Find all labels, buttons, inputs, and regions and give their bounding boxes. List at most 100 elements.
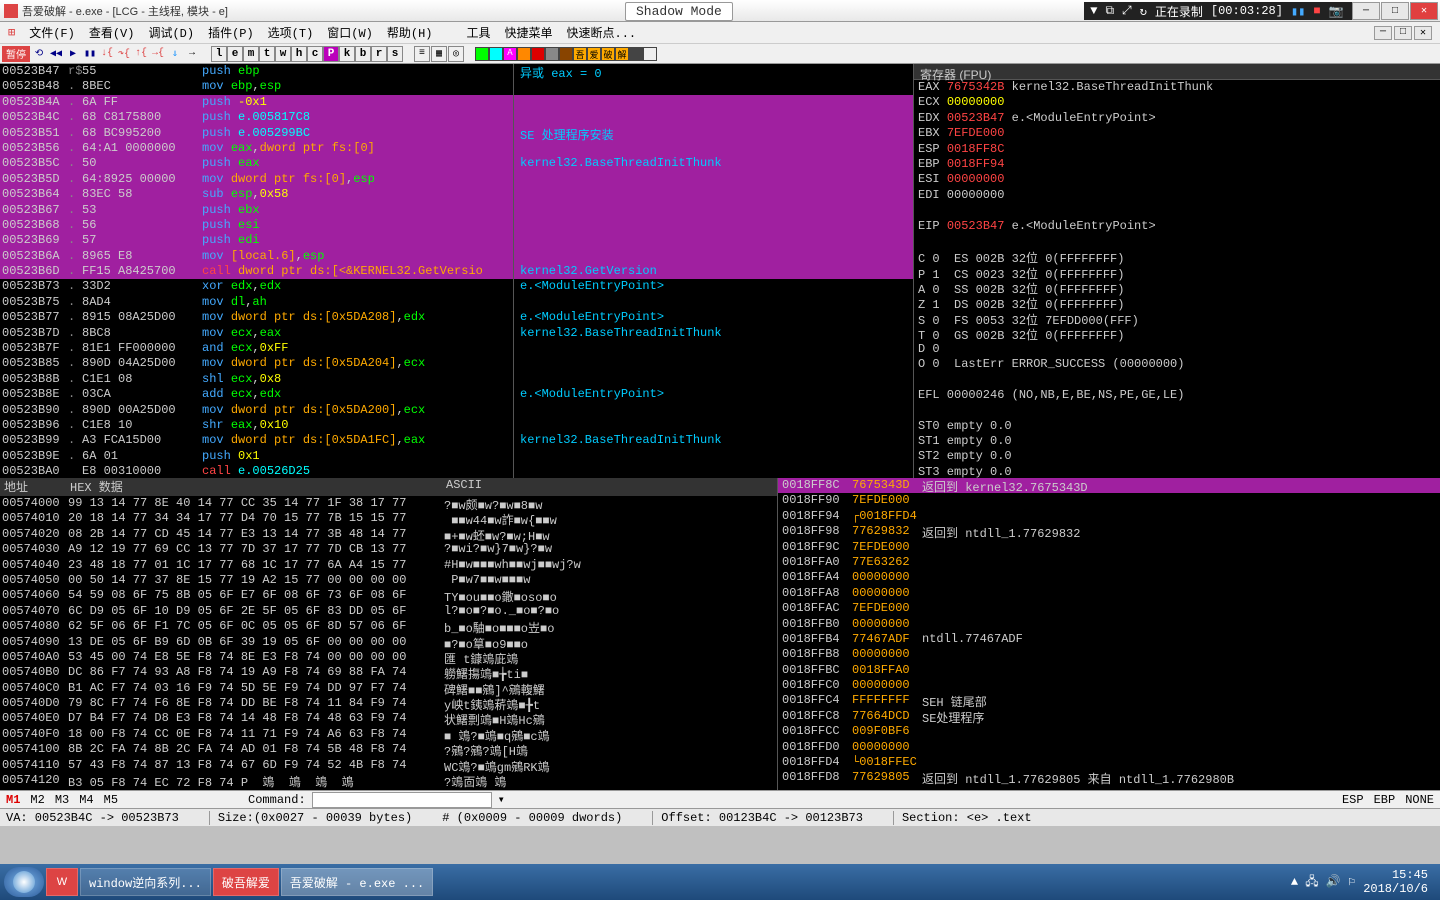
mdi-max-button[interactable]: □ xyxy=(1394,26,1412,40)
hex-row[interactable]: 005740A053 45 00 74 E8 5E F8 74 8E E3 F8… xyxy=(0,650,777,665)
play-icon[interactable]: ▶ xyxy=(65,46,81,62)
goto-icon[interactable]: → xyxy=(184,46,200,62)
lb-e[interactable]: e xyxy=(227,46,243,62)
stepover-icon[interactable]: ↷{ xyxy=(116,46,132,62)
stack-row[interactable]: 0018FF9877629832返回到 ntdll_1.77629832 xyxy=(778,524,1440,539)
register-row[interactable]: EDX 00523B47 e.<ModuleEntryPoint> xyxy=(914,111,1440,126)
cb-green[interactable] xyxy=(475,47,489,61)
menu-view[interactable]: 查看(V) xyxy=(89,24,135,41)
register-row[interactable] xyxy=(914,203,1440,218)
lb-m[interactable]: m xyxy=(243,46,259,62)
lb-t[interactable]: t xyxy=(259,46,275,62)
stack-row[interactable]: 0018FFC877664DCDSE处理程序 xyxy=(778,709,1440,724)
disasm-row[interactable]: 00523B5D.64:8925 00000mov dword ptr fs:[… xyxy=(0,172,513,187)
hex-row[interactable]: 0057405000 50 14 77 37 8E 15 77 19 A2 15… xyxy=(0,573,777,588)
menu-plugin[interactable]: 插件(P) xyxy=(208,24,254,41)
disasm-row[interactable]: 00523B56.64:A1 0000000mov eax,dword ptr … xyxy=(0,141,513,156)
hex-row[interactable]: 0057404023 48 18 77 01 1C 17 77 68 1C 17… xyxy=(0,558,777,573)
hex-row[interactable]: 005740F018 00 F8 74 CC 0E F8 74 11 71 F9… xyxy=(0,727,777,742)
stack-row[interactable]: 0018FF9C7EFDE000 xyxy=(778,540,1440,555)
disasm-row[interactable]: 00523B69.57push edi xyxy=(0,233,513,248)
register-row[interactable]: EAX 7675342B kernel32.BaseThreadInitThun… xyxy=(914,80,1440,95)
register-row[interactable] xyxy=(914,403,1440,418)
cb-w4[interactable]: 解 xyxy=(615,47,629,61)
register-row[interactable]: EBX 7EFDE000 xyxy=(914,126,1440,141)
stack-row[interactable]: 0018FFD000000000 xyxy=(778,740,1440,755)
disasm-row[interactable]: 00523B6D.FF15 A8425700call dword ptr ds:… xyxy=(0,264,513,279)
register-row[interactable]: ESI 00000000 xyxy=(914,172,1440,187)
menu-debug[interactable]: 调试(D) xyxy=(148,24,194,41)
register-row[interactable]: ESP 0018FF8C xyxy=(914,142,1440,157)
resize-icon[interactable]: ⤢ xyxy=(1122,4,1132,18)
lb-w[interactable]: w xyxy=(275,46,291,62)
lb-b[interactable]: b xyxy=(355,46,371,62)
window-icon[interactable]: ⧉ xyxy=(1105,4,1114,18)
cb-w1[interactable]: 吾 xyxy=(573,47,587,61)
hex-row[interactable]: 005741008B 2C FA 74 8B 2C FA 74 AD 01 F8… xyxy=(0,742,777,757)
marker-3[interactable]: M3 xyxy=(55,793,69,807)
target-icon[interactable]: ◎ xyxy=(448,46,464,62)
stack-row[interactable]: 0018FFB477467ADFntdll.77467ADF xyxy=(778,632,1440,647)
menu-tools[interactable]: 工具 xyxy=(467,24,491,41)
disasm-row[interactable]: 00523B90.890D 00A25D00mov dword ptr ds:[… xyxy=(0,403,513,418)
hex-row[interactable]: 00574120B3 05 F8 74 EC 72 F8 74 P 鴗 鴗 鴗 … xyxy=(0,773,777,788)
disasm-row[interactable]: 00523B68.56push esi xyxy=(0,218,513,233)
stop-icon[interactable]: ■ xyxy=(1313,4,1320,18)
cmd-dropdown-icon[interactable]: ▾ xyxy=(498,792,505,807)
stack-row[interactable]: 0018FFC000000000 xyxy=(778,678,1440,693)
disasm-row[interactable]: 00523B8B.C1E1 08shl ecx,0x8 xyxy=(0,372,513,387)
disasm-row[interactable]: 00523B9E.6A 01push 0x1 xyxy=(0,449,513,464)
register-row[interactable]: EFL 00000246 (NO,NB,E,BE,NS,PE,GE,LE) xyxy=(914,388,1440,403)
disasm-row[interactable]: 00523B7D.8BC8mov ecx,eax xyxy=(0,326,513,341)
hex-row[interactable]: 0057408062 5F 06 6F F1 7C 05 6F 0C 05 05… xyxy=(0,619,777,634)
disasm-row[interactable]: 00523B48.8BECmov ebp,esp xyxy=(0,79,513,94)
registers-panel[interactable]: 寄存器 (FPU) EAX 7675342B kernel32.BaseThre… xyxy=(914,64,1440,478)
register-row[interactable]: T 0 GS 002B 32位 0(FFFFFFFF) xyxy=(914,326,1440,341)
stack-row[interactable]: 0018FFCC009F0BF6 xyxy=(778,724,1440,739)
task-wuai[interactable]: 破吾解爱 xyxy=(213,868,279,896)
system-tray[interactable]: ▲ 🖧 🔊 ⚐ 15:452018/10/6 xyxy=(1291,868,1436,896)
grid-icon[interactable]: ▦ xyxy=(431,46,447,62)
task-debugger[interactable]: 吾爱破解 - e.exe ... xyxy=(281,868,433,896)
pause-icon[interactable]: ▮▮ xyxy=(1291,4,1305,19)
hex-row[interactable]: 0057402008 2B 14 77 CD 45 14 77 E3 13 14… xyxy=(0,527,777,542)
disasm-row[interactable]: 00523B8E.03CAadd ecx,edx xyxy=(0,387,513,402)
disasm-row[interactable]: 00523B85.890D 04A25D00mov dword ptr ds:[… xyxy=(0,356,513,371)
stack-row[interactable]: 0018FFD877629805返回到 ntdll_1.77629805 来自 … xyxy=(778,770,1440,785)
register-row[interactable]: ECX 00000000 xyxy=(914,95,1440,110)
stack-row[interactable]: 0018FFD4└0018FFEC xyxy=(778,755,1440,770)
register-row[interactable]: A 0 SS 002B 32位 0(FFFFFFFF) xyxy=(914,280,1440,295)
register-row[interactable]: ST2 empty 0.0 xyxy=(914,449,1440,464)
close-button[interactable]: ✕ xyxy=(1410,2,1438,20)
register-row[interactable]: C 0 ES 002B 32位 0(FFFFFFFF) xyxy=(914,249,1440,264)
stack-row[interactable]: 0018FFB000000000 xyxy=(778,617,1440,632)
stepout-icon[interactable]: ↑{ xyxy=(133,46,149,62)
stack-row[interactable]: 0018FFAC7EFDE000 xyxy=(778,601,1440,616)
hex-row[interactable]: 005740C0B1 AC F7 74 03 16 F9 74 5D 5E F9… xyxy=(0,681,777,696)
lb-p[interactable]: P xyxy=(323,46,339,62)
cb-orange[interactable] xyxy=(517,47,531,61)
disasm-row[interactable]: 00523BA0E8 00310000call e.00526D25 xyxy=(0,464,513,478)
stack-row[interactable]: 0018FFA400000000 xyxy=(778,570,1440,585)
hex-row[interactable]: 005740D079 8C F7 74 F6 8E F8 74 DD BE F8… xyxy=(0,696,777,711)
refresh-icon[interactable]: ↻ xyxy=(1140,4,1147,19)
register-row[interactable]: Z 1 DS 002B 32位 0(FFFFFFFF) xyxy=(914,295,1440,310)
register-row[interactable]: ST3 empty 0.0 xyxy=(914,465,1440,478)
lb-h[interactable]: h xyxy=(291,46,307,62)
disasm-row[interactable]: 00523B4A.6A FFpush -0x1 xyxy=(0,95,513,110)
trace-icon[interactable]: ⇓ xyxy=(167,46,183,62)
marker-2[interactable]: M2 xyxy=(30,793,44,807)
register-row[interactable] xyxy=(914,372,1440,387)
cb-w3[interactable]: 破 xyxy=(601,47,615,61)
stack-row[interactable]: 0018FF94┌0018FFD4 xyxy=(778,509,1440,524)
register-row[interactable]: ST0 empty 0.0 xyxy=(914,419,1440,434)
camera-icon[interactable]: 📷 xyxy=(1329,4,1344,19)
menu-file[interactable]: 文件(F) xyxy=(29,24,75,41)
register-row[interactable] xyxy=(914,234,1440,249)
runto-icon[interactable]: →{ xyxy=(150,46,166,62)
disasm-row[interactable]: 00523B7F.81E1 FF000000and ecx,0xFF xyxy=(0,341,513,356)
menu-window[interactable]: 窗口(W) xyxy=(327,24,373,41)
disasm-row[interactable]: 00523B64.83EC 58sub esp,0x58 xyxy=(0,187,513,202)
hex-panel[interactable]: 地址 HEX 数据 ASCII 0057400099 13 14 77 8E 4… xyxy=(0,478,778,790)
hex-row[interactable]: 00574030A9 12 19 77 69 CC 13 77 7D 37 17… xyxy=(0,542,777,557)
